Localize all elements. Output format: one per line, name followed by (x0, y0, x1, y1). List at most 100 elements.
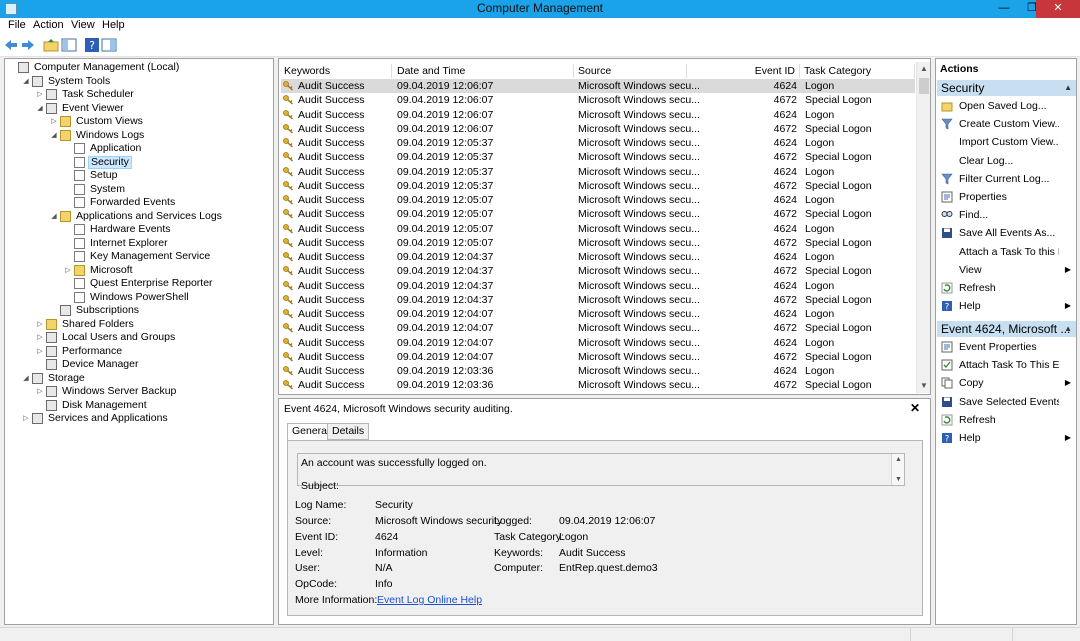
tree-item[interactable]: ◢ Windows Logs (49, 129, 146, 142)
tab-details[interactable]: Details (327, 423, 370, 440)
table-row[interactable]: Audit Success 09.04.2019 12:06:07 Microsof… (281, 93, 915, 107)
actions-section-event[interactable]: Event 4624, Microsoft ... ▲ (937, 321, 1076, 337)
tree-item[interactable]: Key Management Service (63, 250, 212, 263)
table-row[interactable]: Audit Success 09.04.2019 12:06:07 Microsof… (281, 122, 915, 136)
collapsed-arrow-icon[interactable]: ▷ (21, 412, 31, 425)
table-row[interactable]: Audit Success 09.04.2019 12:03:36 Microsof… (281, 364, 915, 378)
tree-item[interactable]: ▷ Local Users and Groups (35, 331, 177, 344)
close-button[interactable]: ✕ (1036, 0, 1080, 18)
detail-close-icon[interactable]: ✕ (910, 401, 920, 415)
collapse-icon[interactable]: ▲ (1064, 321, 1072, 337)
tree-item[interactable]: Disk Management (35, 399, 149, 412)
menu-file[interactable]: File (8, 19, 26, 31)
event-description[interactable]: An account was successfully logged on. S… (297, 453, 905, 492)
table-row[interactable]: Audit Success 09.04.2019 12:04:07 Microsof… (281, 350, 915, 364)
table-row[interactable]: Audit Success 09.04.2019 12:04:37 Microsof… (281, 279, 915, 293)
tree-item[interactable]: ◢ Storage (21, 372, 87, 385)
table-row[interactable]: Audit Success 09.04.2019 12:06:07 Microsof… (281, 79, 915, 94)
table-row[interactable]: Audit Success 09.04.2019 12:04:37 Microsof… (281, 293, 915, 307)
action-item[interactable]: View ▶ (940, 263, 1076, 277)
expanded-arrow-icon[interactable]: ◢ (35, 102, 45, 115)
tree-item[interactable]: ▷ Services and Applications (21, 412, 170, 425)
minimize-button[interactable]: — (992, 0, 1016, 18)
tree-item[interactable]: ◢ System Tools (21, 75, 112, 88)
table-row[interactable]: Audit Success 09.04.2019 12:04:07 Microsof… (281, 307, 915, 321)
table-row[interactable]: Audit Success 09.04.2019 12:05:07 Microsof… (281, 222, 915, 236)
scroll-down-icon[interactable]: ▼ (917, 379, 930, 393)
tree-item[interactable]: Quest Enterprise Reporter (63, 277, 215, 290)
action-item[interactable]: Import Custom View... (940, 135, 1076, 149)
table-row[interactable]: Audit Success 09.04.2019 12:05:07 Microsof… (281, 207, 915, 221)
action-item[interactable]: ? Help ▶ (940, 299, 1076, 313)
tree-item[interactable]: Hardware Events (63, 223, 173, 236)
action-item[interactable]: Open Saved Log... (940, 99, 1076, 113)
tree-item[interactable]: System (63, 183, 127, 196)
back-arrow-icon[interactable] (3, 37, 19, 53)
action-item[interactable]: Attach a Task To this L... (940, 245, 1076, 259)
collapse-icon[interactable]: ▲ (1064, 80, 1072, 96)
menu-view[interactable]: View (71, 19, 95, 31)
table-row[interactable]: Audit Success 09.04.2019 12:05:37 Microsof… (281, 136, 915, 150)
table-row[interactable]: Audit Success 09.04.2019 12:04:07 Microsof… (281, 336, 915, 350)
action-item[interactable]: Save Selected Events... (940, 395, 1076, 409)
action-item[interactable]: Event Properties (940, 340, 1076, 354)
collapsed-arrow-icon[interactable]: ▷ (35, 345, 45, 358)
action-item[interactable]: ? Help ▶ (940, 431, 1076, 445)
action-item[interactable]: Refresh (940, 281, 1076, 295)
action-item[interactable]: Save All Events As... (940, 226, 1076, 240)
column-date-time[interactable]: Date and Time (393, 64, 574, 78)
scroll-up-icon[interactable]: ▲ (917, 62, 930, 76)
event-log-online-help-link[interactable]: Event Log Online Help (377, 594, 482, 606)
tree-item[interactable]: Windows PowerShell (63, 291, 191, 304)
collapsed-arrow-icon[interactable]: ▷ (35, 88, 45, 101)
tree-item[interactable]: ▷ Task Scheduler (35, 88, 136, 101)
column-source[interactable]: Source (574, 64, 687, 78)
table-row[interactable]: Audit Success 09.04.2019 12:05:07 Microsof… (281, 193, 915, 207)
menu-help[interactable]: Help (102, 19, 125, 31)
expanded-arrow-icon[interactable]: ◢ (21, 372, 31, 385)
collapsed-arrow-icon[interactable]: ▷ (49, 115, 59, 128)
tree-item[interactable]: ◢ Event Viewer (35, 102, 126, 115)
table-row[interactable]: Audit Success 09.04.2019 12:04:37 Microsof… (281, 264, 915, 278)
tree-item[interactable]: Device Manager (35, 358, 140, 371)
table-row[interactable]: Audit Success 09.04.2019 12:04:37 Microsof… (281, 250, 915, 264)
collapsed-arrow-icon[interactable]: ▷ (35, 331, 45, 344)
description-scrollbar[interactable]: ▲ ▼ (891, 454, 904, 485)
action-item[interactable]: Refresh (940, 413, 1076, 427)
tree-item[interactable]: Application (63, 142, 143, 155)
table-row[interactable]: Audit Success 09.04.2019 12:06:07 Microsof… (281, 108, 915, 122)
expanded-arrow-icon[interactable]: ◢ (49, 210, 59, 223)
tree-item[interactable]: Computer Management (Local) (7, 61, 181, 74)
tree-item[interactable]: ▷ Windows Server Backup (35, 385, 178, 398)
forward-arrow-icon[interactable] (20, 37, 36, 53)
expanded-arrow-icon[interactable]: ◢ (49, 129, 59, 142)
tree-item[interactable]: ▷ Microsoft (63, 264, 135, 277)
column-keywords[interactable]: Keywords (280, 64, 392, 78)
column-task-category[interactable]: Task Category (800, 64, 915, 78)
tree-item[interactable]: Security (63, 155, 132, 169)
collapsed-arrow-icon[interactable]: ▷ (35, 318, 45, 331)
column-event-id[interactable]: Event ID (687, 64, 800, 78)
collapsed-arrow-icon[interactable]: ▷ (63, 264, 73, 277)
tree-item[interactable]: ▷ Performance (35, 345, 124, 358)
table-row[interactable]: Audit Success 09.04.2019 12:05:37 Microsof… (281, 165, 915, 179)
action-item[interactable]: Attach Task To This Ev... (940, 358, 1076, 372)
menu-action[interactable]: Action (33, 19, 64, 31)
action-item[interactable]: Copy ▶ (940, 376, 1076, 390)
show-hide-action-pane-icon[interactable] (101, 37, 117, 53)
action-item[interactable]: Clear Log... (940, 154, 1076, 168)
scroll-up-icon[interactable]: ▲ (892, 456, 905, 463)
help-icon[interactable]: ? (84, 37, 100, 53)
tree-item[interactable]: ▷ Shared Folders (35, 318, 136, 331)
tree-item[interactable]: Setup (63, 169, 119, 182)
scroll-thumb[interactable] (919, 78, 929, 94)
collapsed-arrow-icon[interactable]: ▷ (35, 385, 45, 398)
expanded-arrow-icon[interactable]: ◢ (21, 75, 31, 88)
up-folder-icon[interactable] (43, 37, 59, 53)
action-item[interactable]: Properties (940, 190, 1076, 204)
action-item[interactable]: Create Custom View... (940, 117, 1076, 131)
table-row[interactable]: Audit Success 09.04.2019 12:04:07 Microsof… (281, 321, 915, 335)
event-list-scrollbar[interactable]: ▲ ▼ (916, 62, 930, 393)
tree-item[interactable]: Internet Explorer (63, 237, 170, 250)
show-hide-tree-icon[interactable] (61, 37, 77, 53)
